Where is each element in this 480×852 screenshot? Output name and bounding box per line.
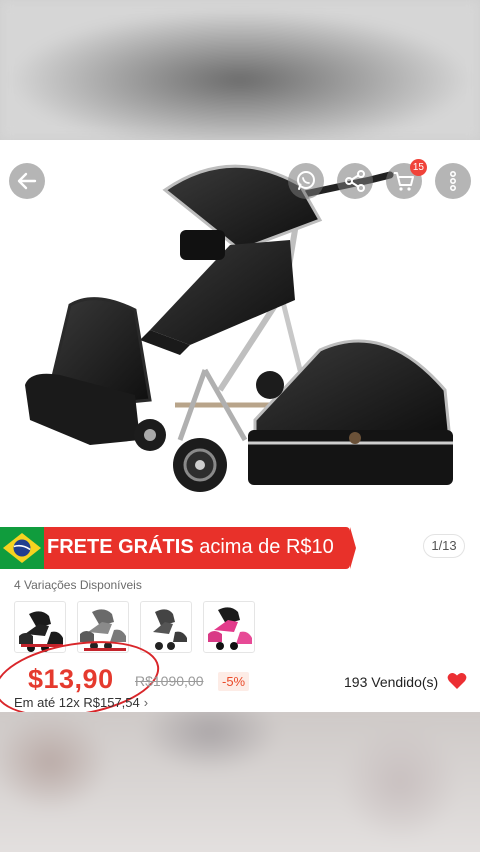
- free-shipping-condition: acima de R$10: [199, 536, 334, 558]
- cart-count-badge: 15: [409, 159, 427, 176]
- free-shipping-bold: FRETE GRÁTIS: [47, 536, 194, 558]
- installment-link[interactable]: Em até 12x R$157,54 ›: [14, 695, 148, 710]
- image-page-indicator: 1/13: [423, 534, 465, 558]
- original-price: R$1090,00: [135, 673, 204, 689]
- share-icon: [345, 170, 365, 192]
- chevron-right-icon: ›: [143, 695, 149, 710]
- sold-count: 193 Vendido(s): [344, 674, 439, 690]
- discount-badge: -5%: [218, 672, 250, 691]
- blurred-video-bottom: [0, 712, 480, 852]
- free-shipping-text: FRETE GRÁTIS acima de R$10: [47, 536, 334, 559]
- variation-thumb-pink[interactable]: [203, 601, 255, 653]
- arrow-left-icon: [17, 172, 37, 190]
- favorite-button[interactable]: [447, 672, 467, 695]
- blurred-video-top: [0, 0, 480, 140]
- heart-icon: [447, 673, 467, 689]
- whatsapp-button[interactable]: [288, 163, 324, 199]
- current-price: $13,90: [28, 664, 114, 694]
- share-button[interactable]: [337, 163, 373, 199]
- more-vertical-icon: [450, 170, 457, 191]
- installment-text: Em até 12x R$157,54: [14, 695, 140, 710]
- whatsapp-icon: [297, 171, 315, 190]
- cart-button[interactable]: 15: [386, 159, 427, 199]
- variations-label: 4 Variações Disponíveis: [14, 578, 142, 592]
- product-image[interactable]: 15: [0, 140, 480, 520]
- more-button[interactable]: [435, 163, 471, 199]
- back-button[interactable]: [9, 163, 45, 199]
- free-shipping-banner[interactable]: FRETE GRÁTIS acima de R$10: [0, 527, 356, 569]
- variation-thumb-dark-grey[interactable]: [140, 601, 192, 653]
- brazil-flag-icon: [0, 527, 44, 569]
